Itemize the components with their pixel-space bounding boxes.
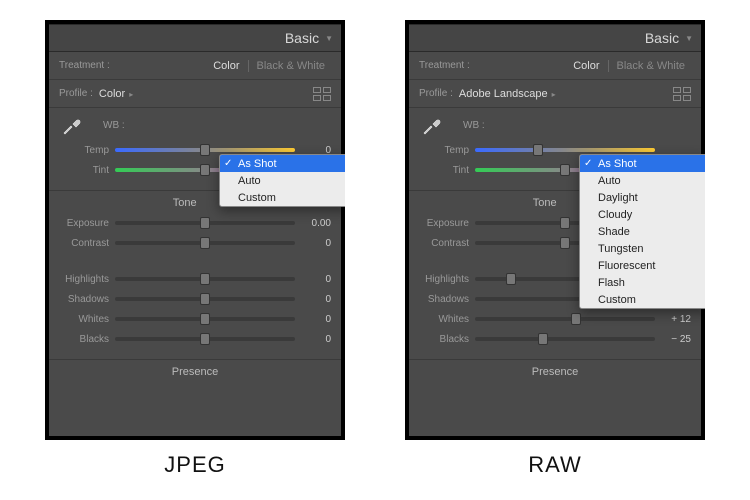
slider-highlights[interactable]: Highlights0 [59, 269, 331, 289]
wb-option[interactable]: Fluorescent [580, 257, 705, 274]
basic-panel-raw: Basic ▼ Treatment : Color Black & White … [409, 24, 701, 436]
wb-dropdown[interactable]: ✓As ShotAutoCustom [219, 154, 345, 207]
treatment-color[interactable]: Color [207, 58, 245, 74]
treatment-color[interactable]: Color [567, 58, 605, 74]
treatment-row: Treatment : Color Black & White [49, 52, 341, 80]
slider-whites[interactable]: Whites+ 12 [419, 309, 691, 329]
treatment-bw[interactable]: Black & White [611, 58, 691, 74]
wb-option[interactable]: ✓As Shot [220, 155, 345, 172]
profile-value[interactable]: Color▸ [93, 86, 139, 102]
panel-header[interactable]: Basic ▼ [49, 24, 341, 52]
wb-label: WB : [103, 120, 125, 131]
panel-title: Basic [645, 30, 679, 46]
caption-left: JPEG [164, 452, 225, 478]
collapse-icon: ▼ [685, 34, 693, 43]
treatment-row: Treatment : Color Black & White [409, 52, 701, 80]
wb-dropdown[interactable]: ✓As ShotAutoDaylightCloudyShadeTungstenF… [579, 154, 705, 309]
panel-header[interactable]: Basic ▼ [409, 24, 701, 52]
profile-label: Profile : [419, 88, 453, 99]
profile-browser-icon[interactable] [673, 87, 691, 101]
wb-option[interactable]: Auto [580, 172, 705, 189]
eyedropper-icon[interactable] [419, 113, 443, 137]
presence-section-header: Presence [49, 359, 341, 380]
wb-option[interactable]: Daylight [580, 189, 705, 206]
wb-row: WB : [49, 108, 341, 138]
collapse-icon: ▼ [325, 34, 333, 43]
wb-option[interactable]: Custom [220, 189, 345, 206]
panel-title: Basic [285, 30, 319, 46]
wb-option[interactable]: Custom [580, 291, 705, 308]
slider-contrast[interactable]: Contrast0 [59, 233, 331, 253]
wb-option[interactable]: ✓As Shot [580, 155, 705, 172]
slider-blacks[interactable]: Blacks0 [59, 329, 331, 349]
profile-label: Profile : [59, 88, 93, 99]
slider-shadows[interactable]: Shadows0 [59, 289, 331, 309]
slider-whites[interactable]: Whites0 [59, 309, 331, 329]
wb-option[interactable]: Tungsten [580, 240, 705, 257]
profile-row: Profile : Adobe Landscape▸ [409, 80, 701, 108]
wb-row: WB : [409, 108, 701, 138]
treatment-bw[interactable]: Black & White [251, 58, 331, 74]
profile-browser-icon[interactable] [313, 87, 331, 101]
profile-value[interactable]: Adobe Landscape▸ [453, 86, 562, 102]
eyedropper-icon[interactable] [59, 113, 83, 137]
wb-option[interactable]: Flash [580, 274, 705, 291]
wb-label: WB : [463, 120, 485, 131]
presence-section-header: Presence [409, 359, 701, 380]
profile-row: Profile : Color▸ [49, 80, 341, 108]
wb-option[interactable]: Shade [580, 223, 705, 240]
slider-blacks[interactable]: Blacks− 25 [419, 329, 691, 349]
treatment-label: Treatment : [419, 60, 470, 71]
slider-exposure[interactable]: Exposure0.00 [59, 213, 331, 233]
wb-option[interactable]: Cloudy [580, 206, 705, 223]
treatment-label: Treatment : [59, 60, 110, 71]
wb-option[interactable]: Auto [220, 172, 345, 189]
basic-panel-jpeg: Basic ▼ Treatment : Color Black & White … [49, 24, 341, 436]
caption-right: RAW [528, 452, 582, 478]
